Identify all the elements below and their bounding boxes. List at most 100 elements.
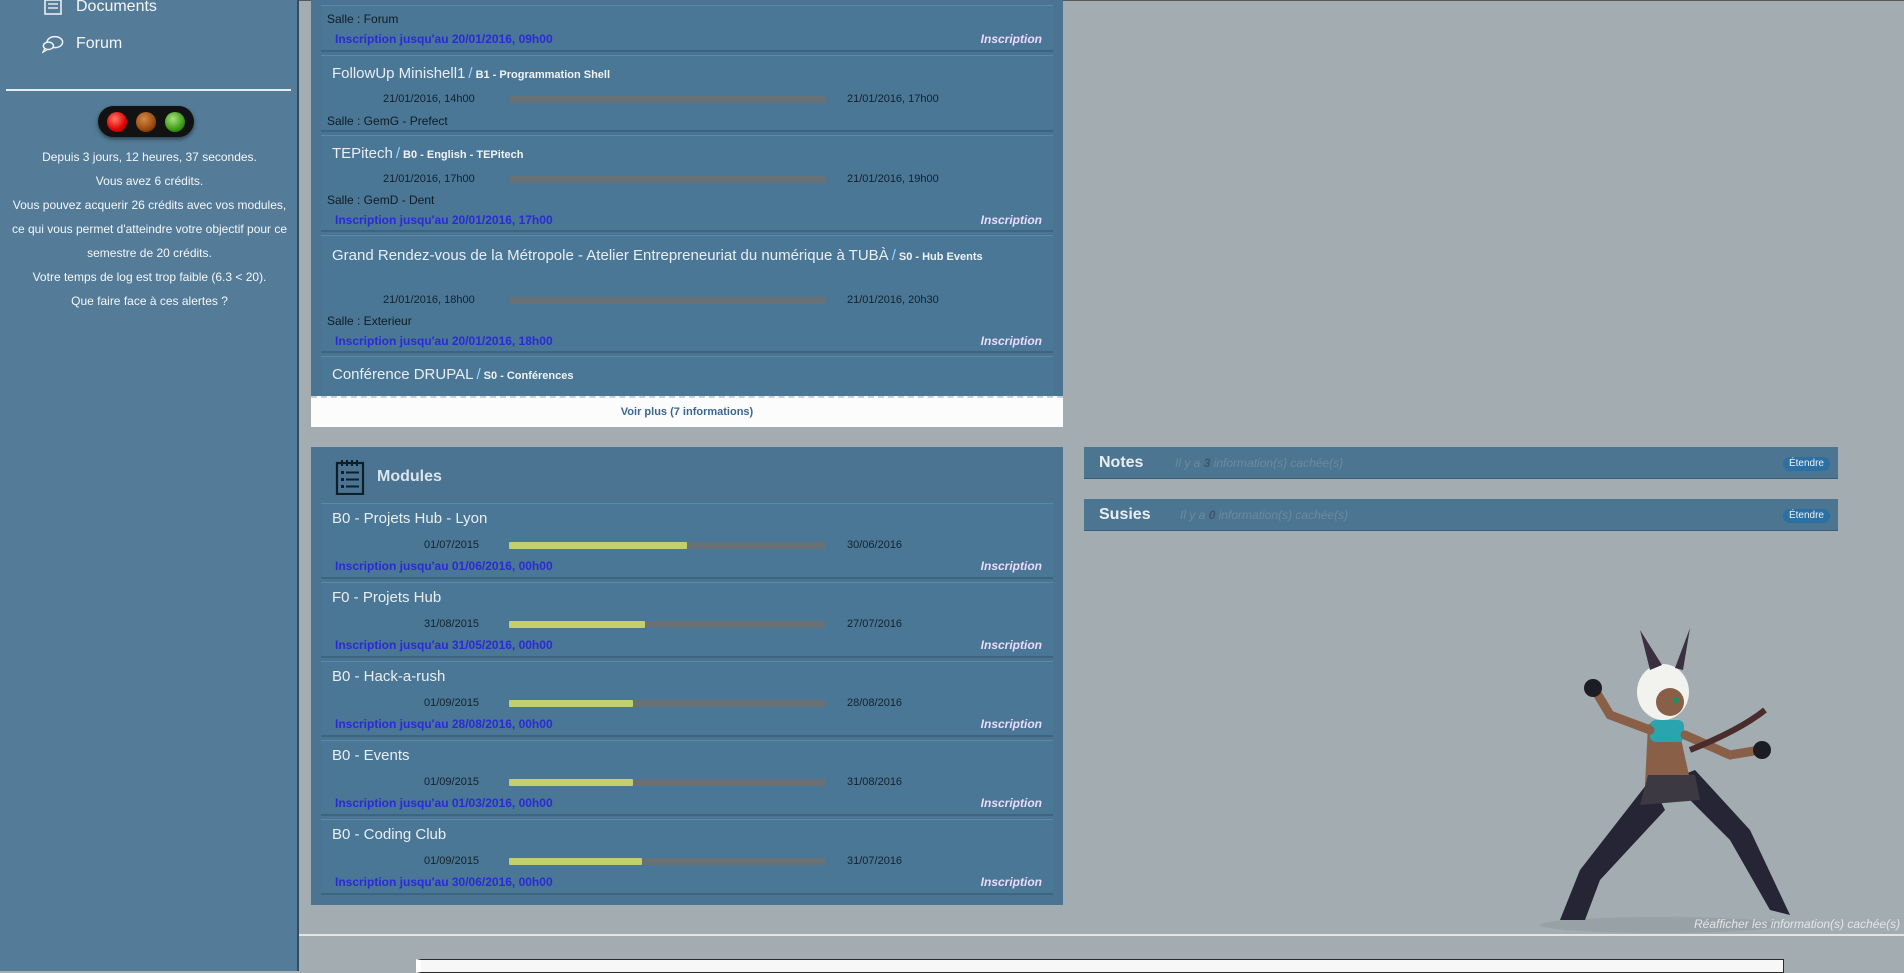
notepad-icon xyxy=(335,459,365,496)
event-progress-bar xyxy=(509,96,826,103)
sidebar-item-label: Forum xyxy=(76,35,123,52)
expand-button[interactable]: Étendre xyxy=(1782,457,1830,471)
module-deadline: Inscription jusqu'au 01/03/2016, 00h00 xyxy=(335,796,553,810)
register-link[interactable]: Inscription xyxy=(981,875,1042,889)
module-progress-fill xyxy=(509,621,646,628)
event-module: B1 - Programmation Shell xyxy=(475,69,611,81)
sidebar-item-forum[interactable]: Forum xyxy=(42,32,122,56)
event-card: TEPitech / B0 - English - TEPitech 21/01/2… xyxy=(321,135,1053,232)
module-end: 27/07/2016 xyxy=(847,618,903,630)
alert-credits: Vous avez 6 crédits. xyxy=(95,174,204,188)
event-module: B0 - English - TEPitech xyxy=(403,149,524,161)
module-title[interactable]: B0 - Hack-a-rush xyxy=(332,668,445,685)
event-name: Grand Rendez-vous de la Métropole - Atel… xyxy=(332,247,889,264)
info-suffix: information(s) cachée(s) xyxy=(1210,456,1344,470)
module-card: F0 - Projets Hub 31/08/2015 27/07/2016 Insc… xyxy=(321,582,1053,658)
event-name: TEPitech xyxy=(332,145,393,162)
module-title[interactable]: B0 - Coding Club xyxy=(332,826,446,843)
events-panel: Salle : Forum Inscription jusqu'au 20/01… xyxy=(311,0,1063,396)
module-card: B0 - Projets Hub - Lyon 01/07/2015 30/06/2… xyxy=(321,503,1053,579)
title-separator: / xyxy=(395,145,401,162)
sidebar-item-label: Documents xyxy=(76,0,157,15)
alert-help-link[interactable]: Que faire face à ces alertes ? xyxy=(0,289,299,313)
green-light-icon xyxy=(165,111,185,132)
event-room: Salle : GemG - Prefect xyxy=(327,114,448,128)
alert-credits-goal: Vous pouvez acquerir 26 crédits avec vos… xyxy=(11,198,288,260)
module-start: 01/07/2015 xyxy=(424,539,480,551)
sidebar-divider xyxy=(6,89,291,91)
event-title[interactable]: Conférence DRUPAL / S0 - Conférences xyxy=(332,366,574,383)
event-start: 21/01/2016, 14h00 xyxy=(383,93,475,105)
module-progress-bar xyxy=(509,858,826,865)
event-title[interactable]: TEPitech / B0 - English - TEPitech xyxy=(332,145,523,162)
red-light-icon xyxy=(107,111,127,132)
susies-hidden-info: Il y a 0 information(s) cachée(s) xyxy=(1180,508,1348,522)
module-title[interactable]: F0 - Projets Hub xyxy=(332,589,441,606)
module-title[interactable]: B0 - Projets Hub - Lyon xyxy=(332,510,487,527)
module-end: 30/06/2016 xyxy=(847,539,903,551)
module-card: B0 - Coding Club 01/09/2015 31/07/2016 Insc… xyxy=(321,819,1053,895)
event-deadline: Inscription jusqu'au 20/01/2016, 18h00 xyxy=(335,334,553,348)
alert-log-time: Votre temps de log est trop faible (6.3 … xyxy=(32,270,267,284)
modules-panel: Modules B0 - Projets Hub - Lyon 01/07/201… xyxy=(311,447,1063,905)
info-prefix: Il y a xyxy=(1175,456,1204,470)
module-progress-fill xyxy=(509,542,687,549)
event-title[interactable]: FollowUp Minishell1/B1 - Programmation S… xyxy=(332,65,610,82)
module-end: 31/08/2016 xyxy=(847,776,903,788)
module-progress-fill xyxy=(509,700,633,707)
event-room: Salle : GemD - Dent xyxy=(327,193,435,207)
document-icon xyxy=(42,0,64,17)
module-start: 01/09/2015 xyxy=(424,776,480,788)
expand-button[interactable]: Étendre xyxy=(1782,509,1830,523)
event-progress-bar xyxy=(509,297,826,304)
module-progress-bar xyxy=(509,621,826,628)
event-room: Salle : Exterieur xyxy=(327,314,412,328)
module-start: 31/08/2015 xyxy=(424,618,480,630)
module-start: 01/09/2015 xyxy=(424,855,480,867)
alert-login-duration: Depuis 3 jours, 12 heures, 37 secondes. xyxy=(42,150,257,164)
module-deadline: Inscription jusqu'au 01/06/2016, 00h00 xyxy=(335,559,553,573)
event-card: Salle : Forum Inscription jusqu'au 20/01… xyxy=(321,5,1053,52)
register-link[interactable]: Inscription xyxy=(981,32,1042,46)
register-link[interactable]: Inscription xyxy=(981,334,1042,348)
sidebar-item-documents[interactable]: Documents xyxy=(42,0,157,19)
event-title[interactable]: Grand Rendez-vous de la Métropole - Atel… xyxy=(332,245,1032,268)
register-link[interactable]: Inscription xyxy=(981,796,1042,810)
module-progress-bar xyxy=(509,542,826,549)
event-end: 21/01/2016, 17h00 xyxy=(847,93,939,105)
notes-title: Notes xyxy=(1099,454,1144,471)
info-suffix: information(s) cachée(s) xyxy=(1215,508,1349,522)
module-progress-fill xyxy=(509,858,643,865)
register-link[interactable]: Inscription xyxy=(981,717,1042,731)
event-room: Salle : Forum xyxy=(327,12,399,26)
module-progress-fill xyxy=(509,779,633,786)
event-card: Grand Rendez-vous de la Métropole - Atel… xyxy=(321,235,1053,353)
module-progress-bar xyxy=(509,779,826,786)
module-card: B0 - Events 01/09/2015 31/08/2016 Inscripti… xyxy=(321,740,1053,816)
traffic-light-icon xyxy=(98,106,194,137)
event-module: S0 - Conférences xyxy=(483,370,574,382)
event-card: FollowUp Minishell1/B1 - Programmation S… xyxy=(321,55,1053,132)
show-more-link[interactable]: Voir plus (7 informations) xyxy=(311,396,1063,427)
module-card: B0 - Hack-a-rush 01/09/2015 28/08/2016 Insc… xyxy=(321,661,1053,737)
event-start: 21/01/2016, 18h00 xyxy=(383,294,475,306)
modules-header: Modules xyxy=(335,459,442,496)
module-title[interactable]: B0 - Events xyxy=(332,747,410,764)
title-separator: / xyxy=(476,366,481,383)
register-link[interactable]: Inscription xyxy=(981,559,1042,573)
event-deadline: Inscription jusqu'au 20/01/2016, 09h00 xyxy=(335,32,553,46)
module-start: 01/09/2015 xyxy=(424,697,480,709)
event-start: 21/01/2016, 17h00 xyxy=(383,173,475,185)
module-end: 28/08/2016 xyxy=(847,697,903,709)
register-link[interactable]: Inscription xyxy=(981,213,1042,227)
module-end: 31/07/2016 xyxy=(847,855,903,867)
event-card: Conférence DRUPAL / S0 - Conférences xyxy=(321,356,1053,396)
module-deadline: Inscription jusqu'au 28/08/2016, 00h00 xyxy=(335,717,553,731)
sidebar: Documents Forum Depuis 3 jours, 12 heure… xyxy=(0,0,299,971)
event-progress-bar xyxy=(509,176,826,183)
show-hidden-link[interactable]: Réafficher les information(s) cachée(s) xyxy=(1694,917,1900,931)
alerts-text: Depuis 3 jours, 12 heures, 37 secondes. … xyxy=(0,145,299,313)
title-separator: / xyxy=(468,65,473,82)
register-link[interactable]: Inscription xyxy=(981,638,1042,652)
event-deadline: Inscription jusqu'au 20/01/2016, 17h00 xyxy=(335,213,553,227)
